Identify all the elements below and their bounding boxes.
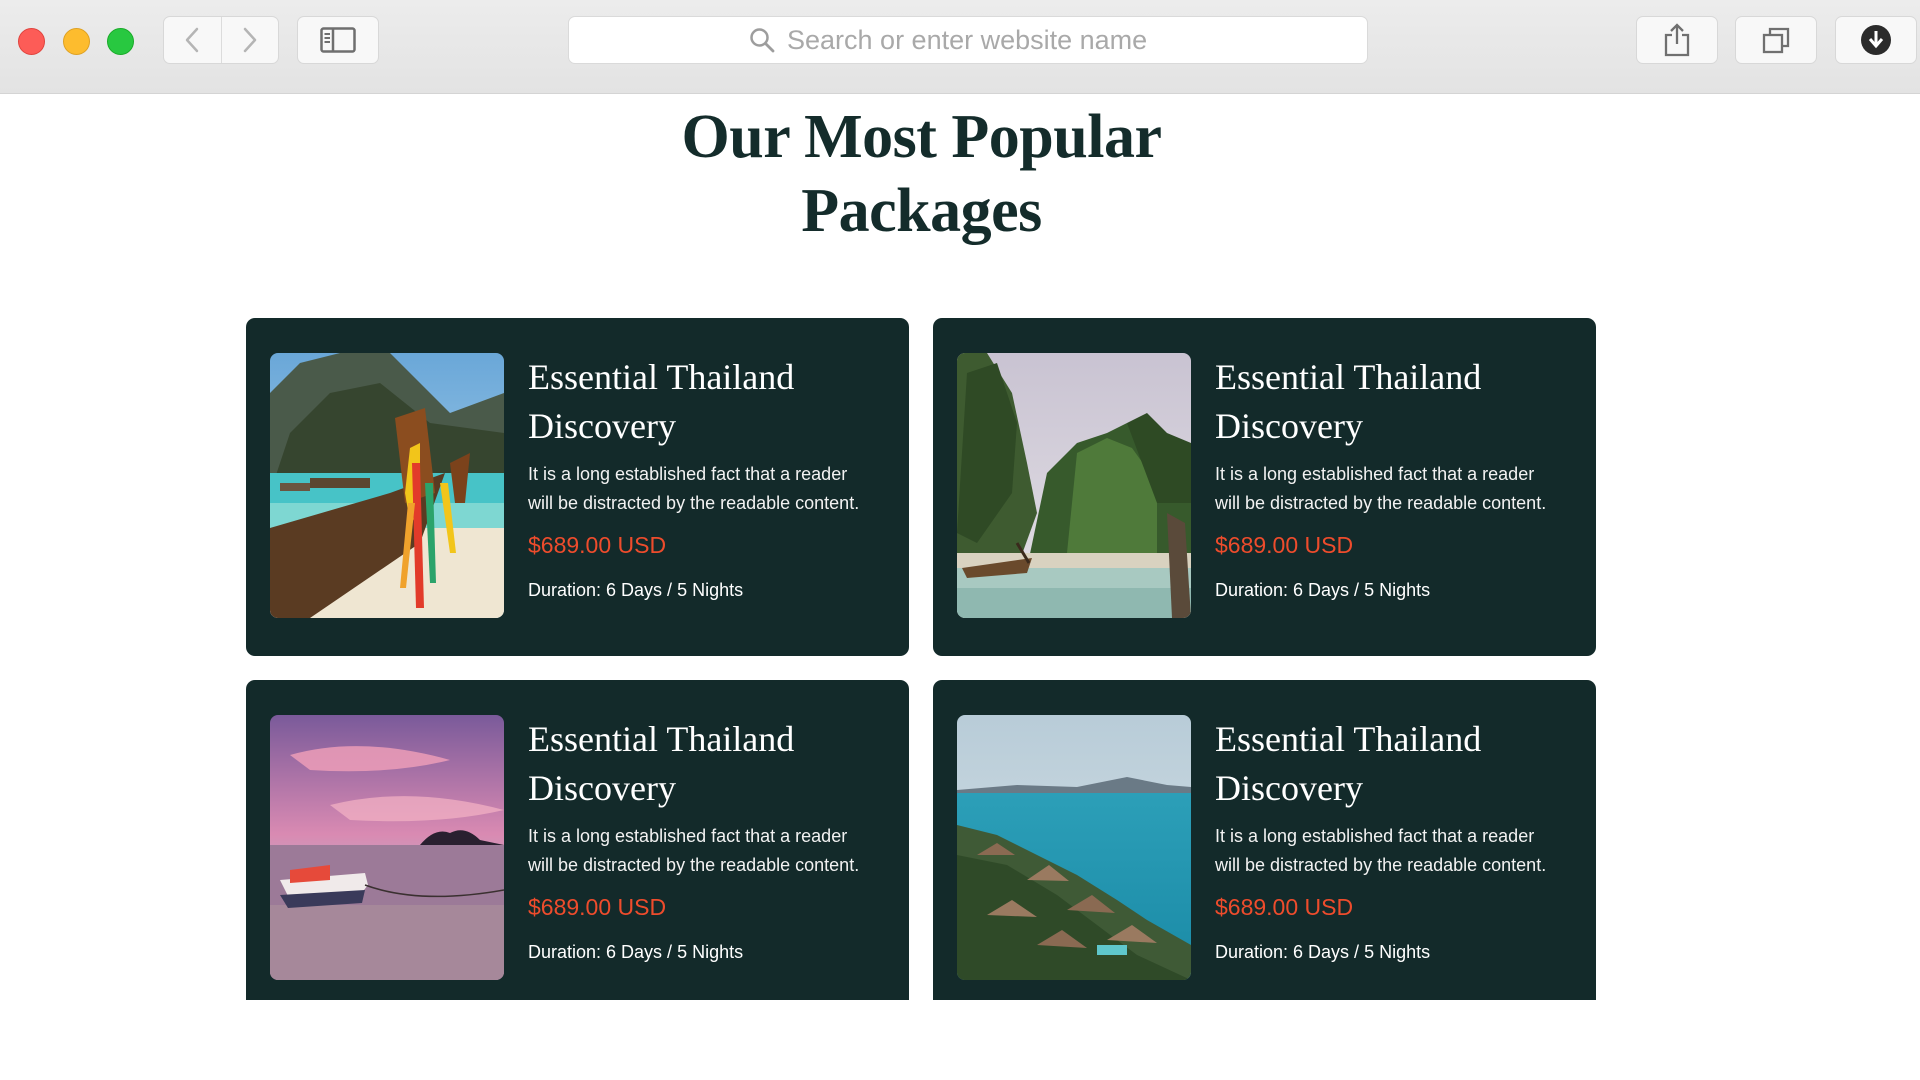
coastal-resort-bay-image xyxy=(957,715,1191,980)
package-image[interactable] xyxy=(270,715,504,980)
package-title[interactable]: Essential Thailand Discovery xyxy=(1215,715,1585,813)
share-button[interactable] xyxy=(1636,16,1718,64)
package-description-line-1: It is a long established fact that a rea… xyxy=(528,826,848,846)
close-window-button[interactable] xyxy=(18,28,45,55)
package-description: It is a long established fact that a rea… xyxy=(1215,822,1585,880)
package-description-line-2: will be distracted by the readable conte… xyxy=(528,493,860,513)
section-heading: Our Most Popular Packages xyxy=(0,100,1843,248)
package-title-line-1: Essential Thailand xyxy=(528,357,795,397)
download-icon xyxy=(1861,25,1891,55)
show-tabs-button[interactable] xyxy=(1735,16,1817,64)
package-info: Essential Thailand Discovery It is a lon… xyxy=(1215,715,1585,965)
package-price: $689.00 USD xyxy=(1215,532,1354,558)
package-price: $689.00 USD xyxy=(528,532,667,558)
package-image[interactable] xyxy=(957,715,1191,980)
package-image[interactable] xyxy=(270,353,504,618)
address-bar[interactable] xyxy=(568,16,1368,64)
package-description-line-2: will be distracted by the readable conte… xyxy=(1215,855,1547,875)
package-info: Essential Thailand Discovery It is a lon… xyxy=(528,715,898,965)
package-title-line-1: Essential Thailand xyxy=(1215,357,1482,397)
package-description-line-1: It is a long established fact that a rea… xyxy=(528,464,848,484)
sidebar-toggle-button[interactable] xyxy=(297,16,379,64)
package-title-line-2: Discovery xyxy=(528,406,676,446)
package-info: Essential Thailand Discovery It is a lon… xyxy=(528,353,898,603)
search-icon xyxy=(750,28,775,53)
package-image[interactable] xyxy=(957,353,1191,618)
back-button[interactable] xyxy=(164,17,221,63)
package-duration: Duration: 6 Days / 5 Nights xyxy=(528,580,744,600)
package-price: $689.00 USD xyxy=(528,894,667,920)
heading-line-1: Our Most Popular xyxy=(681,103,1162,171)
package-card[interactable]: Essential Thailand Discovery It is a lon… xyxy=(246,318,909,656)
package-description-line-2: will be distracted by the readable conte… xyxy=(1215,493,1547,513)
downloads-button[interactable] xyxy=(1835,16,1917,64)
package-description-line-1: It is a long established fact that a rea… xyxy=(1215,464,1535,484)
minimize-window-button[interactable] xyxy=(63,28,90,55)
tabs-icon xyxy=(1762,27,1790,54)
package-duration: Duration: 6 Days / 5 Nights xyxy=(1215,942,1431,962)
package-title[interactable]: Essential Thailand Discovery xyxy=(528,353,898,451)
package-card[interactable]: Essential Thailand Discovery It is a lon… xyxy=(933,680,1596,1000)
longtail-boats-beach-image xyxy=(270,353,504,618)
heading-line-2: Packages xyxy=(801,177,1042,245)
package-title-line-1: Essential Thailand xyxy=(528,719,795,759)
package-duration: Duration: 6 Days / 5 Nights xyxy=(1215,580,1431,600)
package-card[interactable]: Essential Thailand Discovery It is a lon… xyxy=(246,680,909,1000)
package-info: Essential Thailand Discovery It is a lon… xyxy=(1215,353,1585,603)
browser-toolbar xyxy=(0,0,1920,94)
share-icon xyxy=(1664,23,1690,57)
package-title-line-2: Discovery xyxy=(528,768,676,808)
sunset-boat-sea-image xyxy=(270,715,504,980)
package-description: It is a long established fact that a rea… xyxy=(1215,460,1585,518)
chevron-right-icon xyxy=(243,27,257,53)
address-input[interactable] xyxy=(787,24,1187,56)
package-price: $689.00 USD xyxy=(1215,894,1354,920)
package-description: It is a long established fact that a rea… xyxy=(528,822,898,880)
package-description-line-2: will be distracted by the readable conte… xyxy=(528,855,860,875)
package-card[interactable]: Essential Thailand Discovery It is a lon… xyxy=(933,318,1596,656)
navigation-buttons xyxy=(163,16,279,64)
package-title-line-1: Essential Thailand xyxy=(1215,719,1482,759)
package-title-line-2: Discovery xyxy=(1215,768,1363,808)
sidebar-icon xyxy=(320,27,356,53)
package-description: It is a long established fact that a rea… xyxy=(528,460,898,518)
package-title[interactable]: Essential Thailand Discovery xyxy=(1215,353,1585,451)
package-description-line-1: It is a long established fact that a rea… xyxy=(1215,826,1535,846)
zoom-window-button[interactable] xyxy=(107,28,134,55)
limestone-cliffs-cove-image xyxy=(957,353,1191,618)
package-title[interactable]: Essential Thailand Discovery xyxy=(528,715,898,813)
forward-button[interactable] xyxy=(220,17,278,63)
chevron-left-icon xyxy=(186,27,199,53)
package-duration: Duration: 6 Days / 5 Nights xyxy=(528,942,744,962)
package-title-line-2: Discovery xyxy=(1215,406,1363,446)
